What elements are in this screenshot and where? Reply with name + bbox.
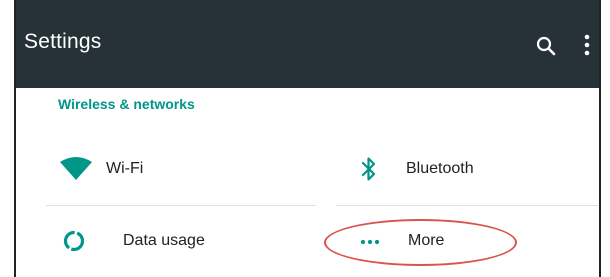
tile-more-label: More xyxy=(408,232,445,249)
toolbar: Settings xyxy=(16,0,599,88)
tile-more[interactable]: More xyxy=(336,216,601,266)
search-icon xyxy=(536,36,556,56)
section-header-wireless: Wireless & networks xyxy=(58,96,195,112)
tile-bluetooth[interactable]: Bluetooth xyxy=(336,144,601,194)
divider-right xyxy=(336,205,598,206)
data-usage-icon xyxy=(63,230,85,252)
settings-screen: Settings Wireless & networks Wi-Fi Bluet xyxy=(14,0,601,277)
tile-bluetooth-label: Bluetooth xyxy=(406,160,474,177)
search-button[interactable] xyxy=(534,34,558,58)
more-horiz-icon xyxy=(360,239,380,245)
overflow-menu-button[interactable] xyxy=(582,32,592,58)
more-vert-icon xyxy=(584,34,590,56)
wifi-icon xyxy=(60,157,92,180)
divider-left xyxy=(46,205,316,206)
page-title: Settings xyxy=(24,30,102,53)
tile-data-usage[interactable]: Data usage xyxy=(46,216,326,266)
bluetooth-icon xyxy=(361,157,376,181)
tile-wifi[interactable]: Wi-Fi xyxy=(46,144,326,194)
tile-data-usage-label: Data usage xyxy=(123,232,205,249)
tile-wifi-label: Wi-Fi xyxy=(106,160,144,177)
